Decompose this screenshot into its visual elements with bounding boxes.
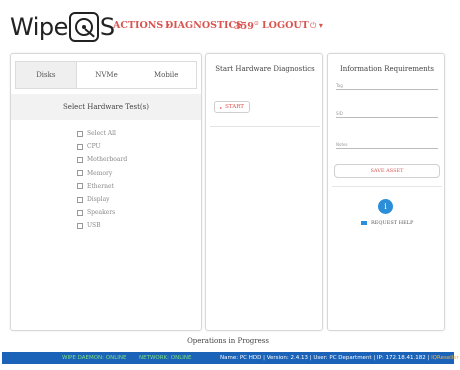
credits-count: 359 xyxy=(234,21,254,33)
divider xyxy=(210,126,320,127)
hardware-test-list: Select All CPU Motherboard Memory Ethern… xyxy=(77,127,127,233)
status-bar: WIPE DAEMON: ONLINE NETWORK: ONLINE Name… xyxy=(2,352,459,364)
test-usb[interactable]: USB xyxy=(77,219,127,232)
checkbox[interactable] xyxy=(77,130,83,137)
reseller-link[interactable]: IQReseller xyxy=(431,355,459,361)
test-cpu[interactable]: CPU xyxy=(77,140,127,153)
tab-disks[interactable]: Disks xyxy=(16,62,77,88)
nav-diagnostics[interactable]: DIAGNOSTICS xyxy=(165,20,243,31)
logo-text: Wipe xyxy=(10,13,68,41)
notes-label: Notes xyxy=(336,142,348,147)
test-label: Display xyxy=(87,196,110,204)
diagnostics-title: Start Hardware Diagnostics xyxy=(215,65,315,73)
checkbox[interactable] xyxy=(77,222,83,229)
request-help-label: REQUEST HELP xyxy=(371,220,414,226)
sid-field[interactable] xyxy=(336,117,438,118)
request-help-link[interactable]: REQUEST HELP xyxy=(361,220,413,226)
hardware-test-panel: Disks NVMe Mobile Select Hardware Test(s… xyxy=(10,53,202,331)
test-label: Memory xyxy=(87,169,113,177)
checkbox[interactable] xyxy=(77,170,83,177)
checkbox[interactable] xyxy=(77,209,83,216)
start-button[interactable]: ▸ START xyxy=(214,101,250,113)
nav-actions[interactable]: ACTIONS ▾ xyxy=(113,20,170,31)
test-select-all[interactable]: Select All xyxy=(77,127,127,140)
tag-field[interactable] xyxy=(336,89,438,90)
test-display[interactable]: Display xyxy=(77,193,127,206)
device-tabs: Disks NVMe Mobile xyxy=(15,61,197,89)
tab-mobile[interactable]: Mobile xyxy=(136,62,196,88)
nav-logout-label: LOGOUT xyxy=(262,20,309,31)
nav-credits[interactable]: 359⊙ xyxy=(234,20,259,32)
test-label: Select All xyxy=(87,130,116,138)
app-logo: Wipe S xyxy=(10,12,115,42)
checkbox[interactable] xyxy=(77,183,83,190)
test-motherboard[interactable]: Motherboard xyxy=(77,153,127,166)
wipe-daemon-status: WIPE DAEMON: ONLINE xyxy=(62,355,127,361)
credits-icon: ⊙ xyxy=(253,20,259,27)
info-icon: i xyxy=(378,199,393,214)
envelope-icon xyxy=(361,221,367,225)
checkbox[interactable] xyxy=(77,196,83,203)
tab-nvme[interactable]: NVMe xyxy=(77,62,137,88)
checkbox[interactable] xyxy=(77,156,83,163)
test-ethernet[interactable]: Ethernet xyxy=(77,180,127,193)
information-panel: Information Requirements Tag SID Notes S… xyxy=(327,53,445,331)
test-label: CPU xyxy=(87,143,101,151)
system-info-text: Name: PC HDD | Version: 2.4.13 | User: P… xyxy=(220,355,432,361)
section-title: Select Hardware Test(s) xyxy=(11,94,201,120)
header: Wipe S ACTIONS ▾ DIAGNOSTICS 359⊙ LOGOUT… xyxy=(0,0,460,52)
test-label: Ethernet xyxy=(87,182,114,190)
test-memory[interactable]: Memory xyxy=(77,167,127,180)
save-asset-button[interactable]: SAVE ASSET xyxy=(334,164,440,178)
test-label: Speakers xyxy=(87,209,116,217)
system-info: Name: PC HDD | Version: 2.4.13 | User: P… xyxy=(220,355,459,361)
test-speakers[interactable]: Speakers xyxy=(77,206,127,219)
network-status: NETWORK: ONLINE xyxy=(139,355,192,361)
information-title: Information Requirements xyxy=(339,65,435,73)
checkbox[interactable] xyxy=(77,143,83,150)
power-menu-icon[interactable]: ⏻ ▾ xyxy=(310,21,323,31)
test-label: USB xyxy=(87,222,101,230)
sid-label: SID xyxy=(336,111,343,116)
test-label: Motherboard xyxy=(87,156,128,164)
nav-logout[interactable]: LOGOUT xyxy=(262,20,309,31)
nav-actions-label: ACTIONS xyxy=(113,20,164,31)
tag-label: Tag xyxy=(336,83,343,88)
hard-disk-icon xyxy=(68,12,99,42)
operations-title: Operations in Progress xyxy=(187,337,269,345)
diagnostics-panel: Start Hardware Diagnostics ▸ START xyxy=(205,53,323,331)
divider xyxy=(332,186,442,187)
start-label: START xyxy=(225,104,244,110)
nav-diagnostics-label: DIAGNOSTICS xyxy=(165,20,243,31)
play-icon: ▸ xyxy=(220,104,223,110)
notes-field[interactable] xyxy=(336,148,438,149)
